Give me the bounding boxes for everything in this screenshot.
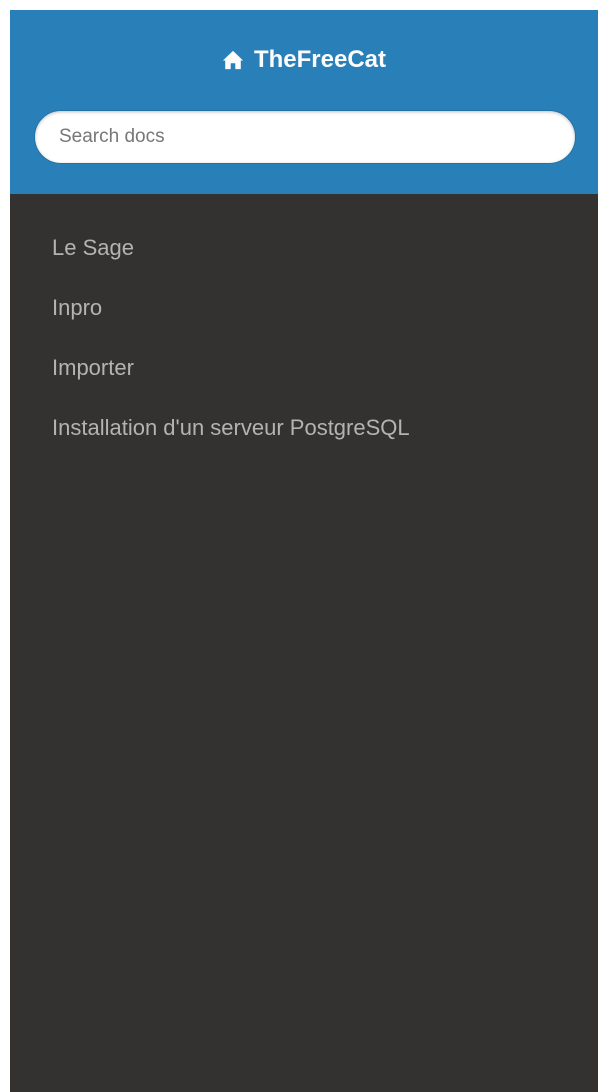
nav-item-installation-postgresql[interactable]: Installation d'un serveur PostgreSQL bbox=[10, 398, 598, 458]
sidebar-nav-panel: TheFreeCat Le Sage Inpro Importer Instal… bbox=[10, 10, 598, 1092]
nav-menu: Le Sage Inpro Importer Installation d'un… bbox=[10, 218, 598, 458]
nav-item-inpro[interactable]: Inpro bbox=[10, 278, 598, 338]
sidebar-header: TheFreeCat bbox=[10, 10, 598, 194]
home-icon bbox=[222, 49, 244, 71]
search-input[interactable] bbox=[34, 110, 576, 164]
nav-item-le-sage[interactable]: Le Sage bbox=[10, 218, 598, 278]
brand-title: TheFreeCat bbox=[253, 46, 387, 73]
nav-item-importer[interactable]: Importer bbox=[10, 338, 598, 398]
brand-home-link[interactable]: TheFreeCat bbox=[10, 40, 598, 80]
